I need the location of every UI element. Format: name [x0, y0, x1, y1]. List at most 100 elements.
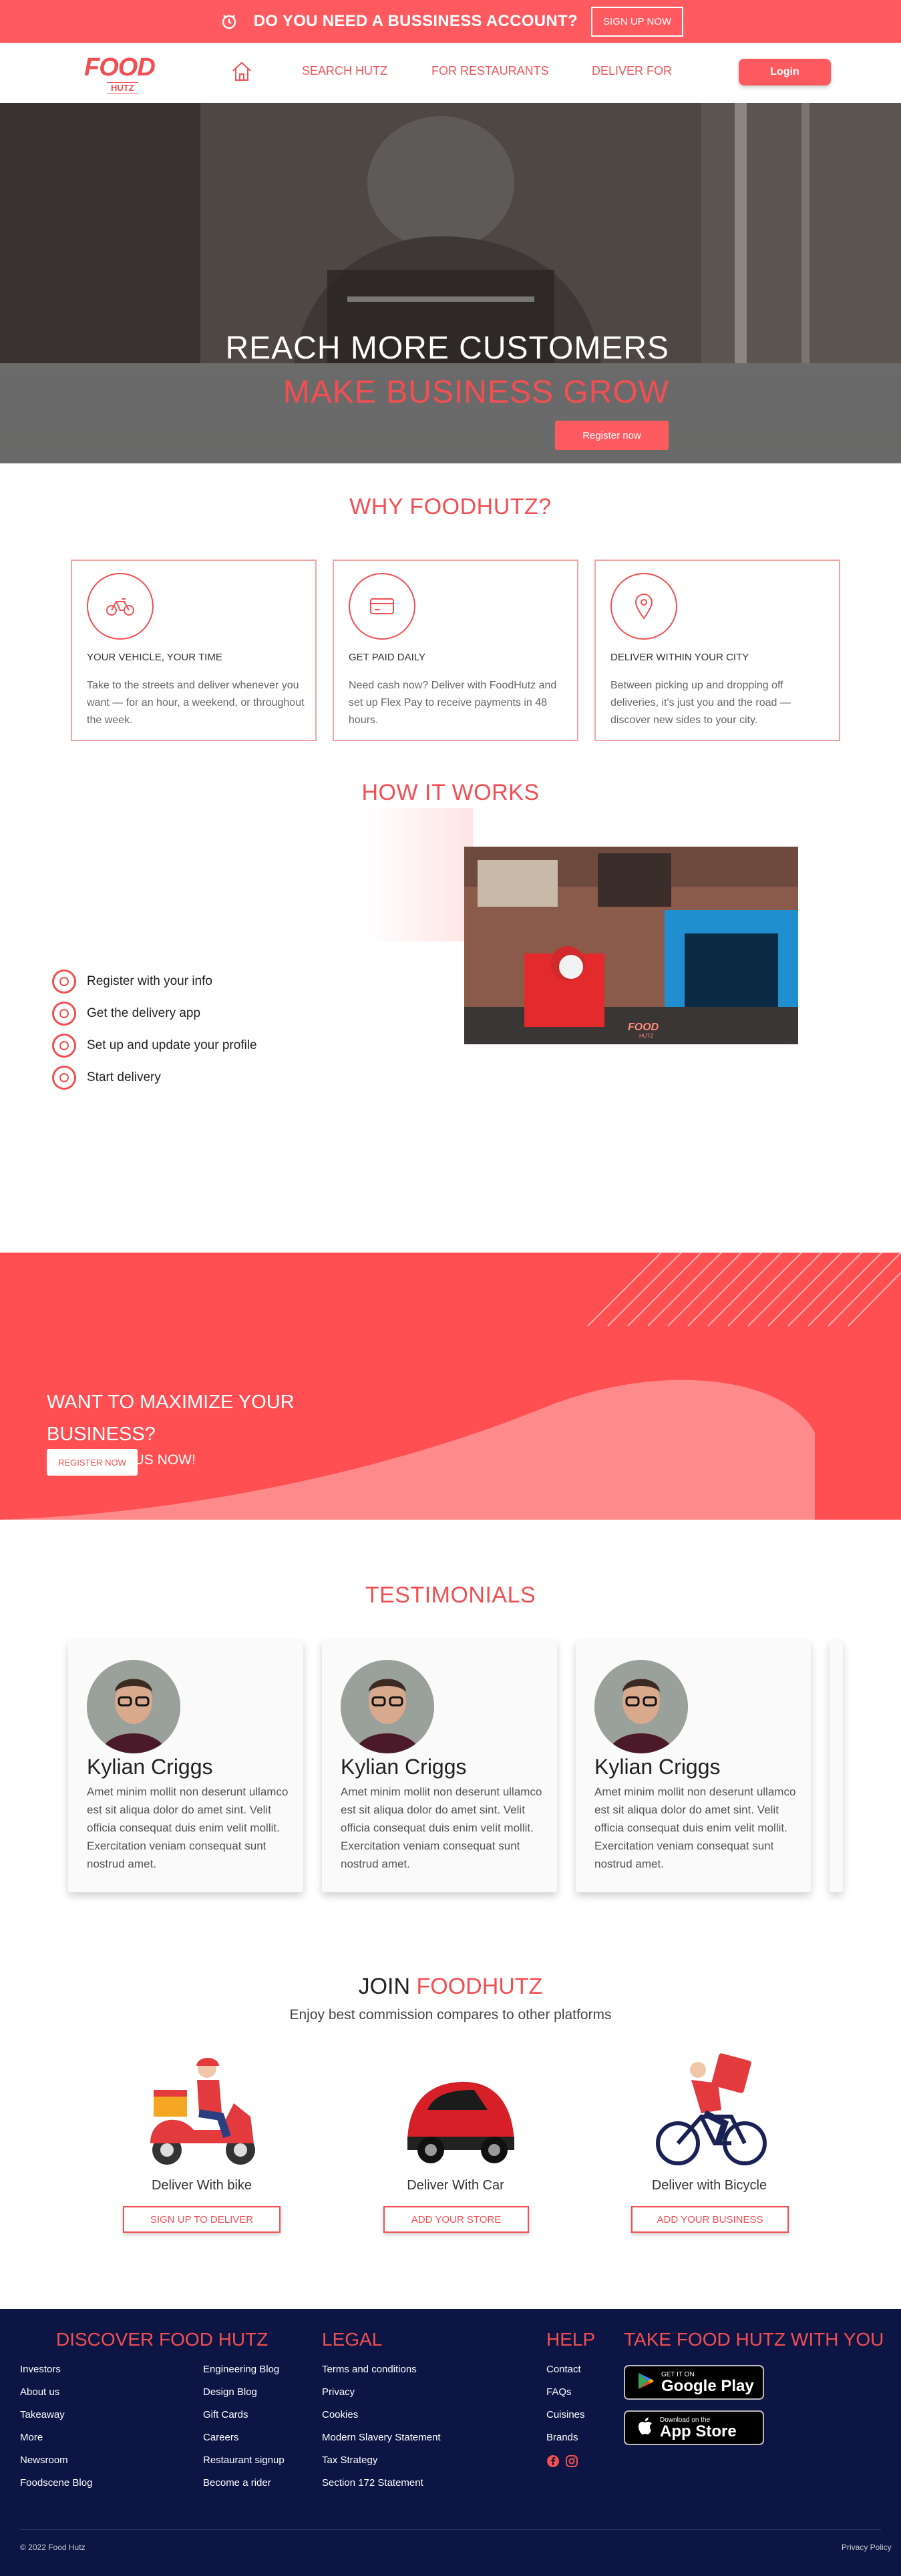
footer-discover-col1: Investors About us Takeaway More Newsroo…	[20, 2358, 92, 2495]
step-item: Set up and update your profile	[52, 1034, 257, 1058]
how-title: HOW IT WORKS	[361, 780, 540, 805]
social-icons	[546, 2454, 578, 2471]
copyright: © 2022 Food Hutz	[20, 2543, 85, 2552]
home-icon[interactable]	[230, 60, 253, 86]
why-card: DELIVER WITHIN YOUR CITY Between picking…	[594, 560, 840, 741]
add-your-business-button[interactable]: ADD YOUR BUSINESS	[631, 2206, 789, 2233]
google-play-icon	[637, 2372, 655, 2394]
nav-for-restaurants[interactable]: FOR RESTAURANTS	[431, 64, 549, 78]
google-play-badge[interactable]: GET IT ON Google Play	[624, 2365, 764, 2400]
hero-register-button[interactable]: Register now	[555, 421, 669, 450]
why-card: GET PAID DAILY Need cash now? Deliver wi…	[333, 560, 578, 741]
footer-link[interactable]: Become a rider	[203, 2472, 285, 2495]
avatar	[87, 1660, 180, 1753]
join-caption: Deliver with Bicycle	[651, 2178, 767, 2193]
app-store-big: App Store	[660, 2422, 737, 2440]
testimonial-text: Amet minim mollit non deserunt ullamco e…	[594, 1785, 796, 1870]
step-icon	[52, 1002, 76, 1026]
step-icon	[52, 970, 76, 994]
join-caption: Deliver With Car	[407, 2178, 504, 2193]
nav-deliver-for[interactable]: DELIVER FOR	[592, 64, 672, 78]
cta-line1: WANT TO MAXIMIZE YOUR	[47, 1391, 295, 1413]
signup-to-deliver-button[interactable]: SIGN UP TO DELIVER	[123, 2206, 281, 2233]
testimonial-name: Kylian Criggs	[87, 1755, 213, 1779]
avatar	[341, 1660, 434, 1753]
facebook-icon[interactable]	[546, 2454, 560, 2471]
step-label: Set up and update your profile	[87, 1038, 257, 1052]
avatar	[594, 1660, 688, 1753]
bike-icon	[87, 573, 154, 640]
card-text: Take to the streets and deliver whenever…	[87, 680, 305, 726]
location-icon	[610, 573, 677, 640]
footer-link[interactable]: Investors	[20, 2358, 92, 2381]
decor-gradient	[366, 808, 473, 941]
step-label: Start delivery	[87, 1070, 161, 1084]
cta-register-button[interactable]: REGISTER NOW	[47, 1449, 138, 1476]
hero-line1: REACH MORE CUSTOMERS	[225, 331, 669, 366]
apple-icon	[637, 2417, 653, 2439]
top-banner: DO YOU NEED A BUSSINESS ACCOUNT? SIGN UP…	[0, 0, 901, 43]
footer-link[interactable]: FAQs	[546, 2381, 585, 2404]
step-icon	[52, 1034, 76, 1058]
card-title: YOUR VEHICLE, YOUR TIME	[87, 652, 222, 663]
card-title: DELIVER WITHIN YOUR CITY	[610, 652, 749, 663]
footer-link[interactable]: Takeaway	[20, 2404, 92, 2426]
add-your-store-button[interactable]: ADD YOUR STORE	[383, 2206, 529, 2233]
join-subtitle: Enjoy best commission compares to other …	[289, 2007, 612, 2022]
why-card: YOUR VEHICLE, YOUR TIME Take to the stre…	[71, 560, 317, 741]
hero-line2: MAKE BUSINESS GROW	[283, 375, 669, 410]
footer-link[interactable]: Newsroom	[20, 2449, 92, 2472]
testimonial-card: Kylian Criggs Amet minim mollit non dese…	[322, 1640, 557, 1892]
app-store-badge[interactable]: Download on the App Store	[624, 2410, 764, 2445]
footer-link[interactable]: Engineering Blog	[203, 2358, 285, 2381]
step-label: Register with your info	[87, 974, 212, 988]
footer-link[interactable]: About us	[20, 2381, 92, 2404]
join-caption: Deliver With bike	[151, 2178, 252, 2193]
footer-app-title: TAKE FOOD HUTZ WITH YOU	[624, 2329, 884, 2350]
footer-link[interactable]: More	[20, 2426, 92, 2449]
footer-link[interactable]: Privacy	[322, 2381, 441, 2404]
footer-legal-title: LEGAL	[322, 2329, 383, 2350]
card-text: Between picking up and dropping off deli…	[610, 680, 791, 726]
step-item: Register with your info	[52, 970, 212, 994]
logo-text-bottom: HUTZ	[107, 82, 138, 93]
photo-logo-bottom: HUTZ	[639, 1033, 654, 1039]
footer-help-list: Contact FAQs Cuisines Brands	[546, 2358, 585, 2449]
footer-link[interactable]: Section 172 Statement	[322, 2472, 441, 2495]
step-icon	[52, 1066, 76, 1090]
footer-help-title: HELP	[546, 2329, 596, 2350]
logo[interactable]: FOOD HUTZ	[80, 51, 160, 96]
testimonial-name: Kylian Criggs	[341, 1755, 467, 1779]
footer-link[interactable]: Design Blog	[203, 2381, 285, 2404]
photo-logo-top: FOOD	[628, 1022, 659, 1033]
footer-link[interactable]: Cuisines	[546, 2404, 585, 2426]
footer-link[interactable]: Cookies	[322, 2404, 441, 2426]
testimonials-title: TESTIMONIALS	[365, 1582, 536, 1608]
hero-background-image	[0, 103, 901, 363]
how-photo: FOOD HUTZ	[464, 847, 798, 1044]
banner-text: DO YOU NEED A BUSSINESS ACCOUNT?	[253, 12, 578, 30]
footer-link[interactable]: Foodscene Blog	[20, 2472, 92, 2495]
footer-link[interactable]: Gift Cards	[203, 2404, 285, 2426]
google-play-big: Google Play	[661, 2376, 754, 2395]
login-button[interactable]: Login	[739, 59, 831, 85]
footer-link[interactable]: Modern Slavery Statement	[322, 2426, 441, 2449]
privacy-policy-link[interactable]: Privacy Policy	[842, 2543, 892, 2552]
footer-link[interactable]: Restaurant signup	[203, 2449, 285, 2472]
cta-band: WANT TO MAXIMIZE YOUR BUSINESS? WORK WIT…	[0, 1253, 901, 1520]
footer-link[interactable]: Careers	[203, 2426, 285, 2449]
footer-link[interactable]: Contact	[546, 2358, 585, 2381]
instagram-icon[interactable]	[565, 2454, 578, 2471]
cta-line2: BUSINESS?	[47, 1424, 156, 1445]
join-title-a: JOIN	[358, 1974, 417, 1999]
join-title: JOIN FOODHUTZ	[0, 1974, 901, 2000]
footer-link[interactable]: Terms and conditions	[322, 2358, 441, 2381]
navbar: FOOD HUTZ SEARCH HUTZ FOR RESTAURANTS DE…	[0, 43, 901, 103]
footer-discover-title: DISCOVER FOOD HUTZ	[56, 2329, 268, 2350]
nav-search-hutz[interactable]: SEARCH HUTZ	[302, 64, 387, 78]
testimonial-card: Kylian Criggs Amet minim mollit non dese…	[68, 1640, 303, 1892]
footer-link[interactable]: Brands	[546, 2426, 585, 2449]
testimonial-name: Kylian Criggs	[594, 1755, 721, 1779]
footer-link[interactable]: Tax Strategy	[322, 2449, 441, 2472]
signup-now-button[interactable]: SIGN UP NOW	[590, 6, 684, 37]
